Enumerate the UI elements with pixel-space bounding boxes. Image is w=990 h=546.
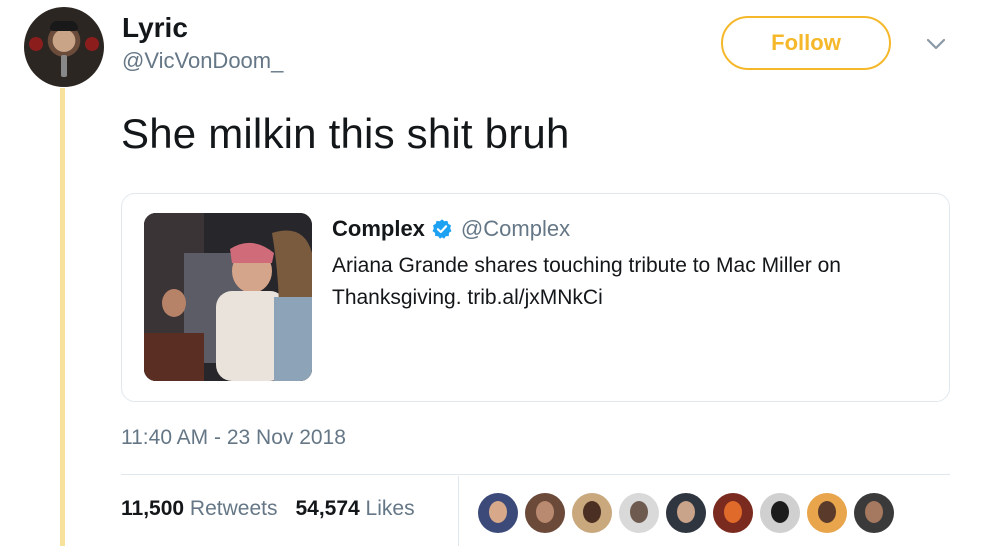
likes-label: Likes <box>365 497 415 520</box>
background-logo <box>85 37 99 51</box>
tweet-stats: 11,500 Retweets 54,574 Likes <box>121 497 433 521</box>
quoted-tweet-image[interactable] <box>144 213 312 381</box>
liker-face <box>818 501 836 523</box>
likes-count: 54,574 <box>295 497 360 520</box>
author-avatar[interactable] <box>24 7 104 87</box>
verified-badge-icon <box>432 219 452 239</box>
quoted-author-handle: @Complex <box>460 216 571 241</box>
liker-face <box>724 501 742 523</box>
stats-divider <box>458 476 459 546</box>
divider <box>121 474 950 475</box>
liker-face <box>865 501 883 523</box>
avatar-microphone <box>61 55 67 77</box>
liker-avatar[interactable] <box>666 493 706 533</box>
tweet-text: She milkin this shit bruh <box>121 110 570 157</box>
likes-stat[interactable]: 54,574 Likes <box>295 497 414 521</box>
liker-avatar[interactable] <box>760 493 800 533</box>
avatar-hat <box>50 21 78 31</box>
liker-avatar[interactable] <box>713 493 753 533</box>
liker-face <box>583 501 601 523</box>
author-handle[interactable]: @VicVonDoom_ <box>122 48 283 74</box>
liker-avatar[interactable] <box>854 493 894 533</box>
tweet-timestamp[interactable]: 11:40 AM - 23 Nov 2018 <box>121 426 346 450</box>
liker-face <box>536 501 554 523</box>
liker-avatar[interactable] <box>525 493 565 533</box>
quoted-tweet-card[interactable]: Complex @Complex Ariana Grande shares to… <box>121 193 950 402</box>
liker-avatar[interactable] <box>478 493 518 533</box>
thread-line <box>60 88 65 546</box>
liker-avatar[interactable] <box>572 493 612 533</box>
liker-avatars <box>478 493 901 533</box>
retweets-label: Retweets <box>189 497 278 520</box>
liker-face <box>677 501 695 523</box>
quoted-author-name: Complex <box>332 216 425 241</box>
retweets-count: 11,500 <box>121 497 185 520</box>
chevron-down-icon[interactable] <box>925 36 947 52</box>
author-display-name[interactable]: Lyric <box>122 12 188 44</box>
quoted-tweet-author[interactable]: Complex @Complex <box>332 216 570 242</box>
follow-button[interactable]: Follow <box>721 16 891 70</box>
liker-face <box>630 501 648 523</box>
retweets-stat[interactable]: 11,500 Retweets <box>121 497 277 521</box>
liker-face <box>489 501 507 523</box>
liker-avatar[interactable] <box>619 493 659 533</box>
liker-avatar[interactable] <box>807 493 847 533</box>
quoted-tweet-text: Ariana Grande shares touching tribute to… <box>332 254 841 309</box>
quoted-tweet-photo <box>144 213 312 381</box>
liker-face <box>771 501 789 523</box>
background-logo <box>29 37 43 51</box>
